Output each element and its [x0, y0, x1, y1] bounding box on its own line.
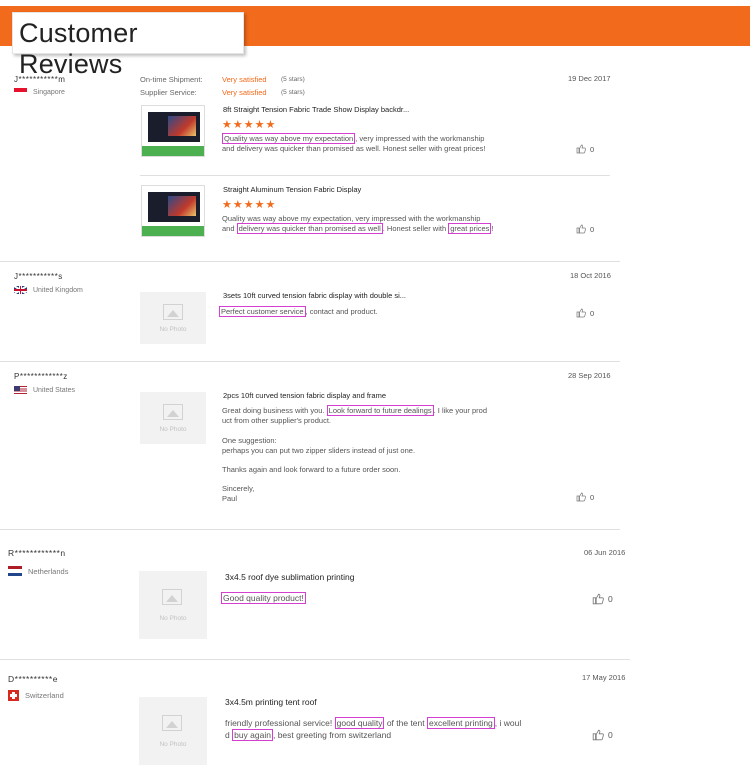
thumbs-up-icon	[592, 593, 604, 605]
like-count: 0	[608, 730, 613, 740]
no-photo-placeholder: No Photo	[139, 571, 207, 639]
review-date: 06 Jun 2016	[584, 548, 626, 557]
thumbs-up-icon	[576, 144, 586, 154]
country-label: Switzerland	[25, 691, 64, 700]
uk-flag-icon	[14, 286, 27, 294]
highlight: Look forward to future dealings	[326, 405, 434, 416]
highlight: Good quality product!	[221, 592, 306, 604]
highlight: great prices	[448, 223, 492, 234]
like-button[interactable]: 0	[576, 492, 594, 502]
image-placeholder-icon	[162, 715, 182, 731]
image-placeholder-icon	[162, 589, 182, 605]
reviewer-name: J***********m	[14, 75, 66, 84]
review-text: Quality was way above my expectation, ve…	[222, 133, 486, 153]
product-title[interactable]: 3x4.5m printing tent roof	[225, 697, 317, 707]
country-label: United Kingdom	[33, 286, 83, 294]
reviewer-name: R************n	[8, 548, 66, 558]
rating-stars: ★★★★★	[222, 119, 277, 131]
reviewer-country: Singapore	[14, 88, 65, 96]
highlight: excellent printing	[426, 717, 495, 729]
review-text: friendly professional service! good qual…	[225, 717, 522, 741]
thumbs-up-icon	[592, 729, 604, 741]
country-label: United States	[33, 386, 76, 394]
product-thumbnail[interactable]	[141, 105, 205, 157]
product-title[interactable]: 8ft Straight Tension Fabric Trade Show D…	[223, 105, 409, 114]
thumbs-up-icon	[576, 308, 586, 318]
product-thumbnail[interactable]	[141, 185, 205, 237]
like-button[interactable]: 0	[576, 224, 594, 234]
highlight: delivery was quicker than promised as we…	[236, 223, 383, 234]
us-flag-icon	[14, 386, 27, 394]
product-title[interactable]: Straight Aluminum Tension Fabric Display	[223, 185, 361, 194]
review-divider	[0, 659, 630, 660]
review-text: Good quality product!	[221, 592, 561, 604]
supplier-rating: Very satisfied	[222, 88, 267, 97]
reviewer-country: United States	[14, 386, 75, 394]
reviewer-country: United Kingdom	[14, 286, 83, 294]
reviewer-country: Switzerland	[8, 690, 64, 701]
review-text: Great doing business with you. Look forw…	[222, 405, 487, 503]
reviewer-country: Netherlands	[8, 566, 68, 576]
reviewer-name: D**********e	[8, 674, 58, 684]
review-text: Perfect customer service, contact and pr…	[219, 306, 378, 317]
shipment-rating: Very satisfied	[222, 75, 267, 84]
product-title[interactable]: 3sets 10ft curved tension fabric display…	[223, 291, 406, 300]
supplier-stars: (5 stars)	[281, 89, 305, 96]
review-text: Quality was way above my expectation, ve…	[222, 214, 494, 234]
review-date: 19 Dec 2017	[568, 74, 611, 83]
product-title[interactable]: 2pcs 10ft curved tension fabric display …	[223, 391, 386, 400]
highlight: Quality was way above my expectation	[222, 133, 356, 144]
supplier-label: Supplier Service:	[140, 88, 197, 97]
like-count: 0	[590, 144, 595, 154]
country-label: Singapore	[33, 88, 65, 96]
like-button[interactable]: 0	[576, 308, 594, 318]
singapore-flag-icon	[14, 88, 27, 96]
review-date: 28 Sep 2016	[568, 371, 611, 380]
like-button[interactable]: 0	[592, 593, 613, 605]
item-divider	[140, 175, 610, 176]
like-button[interactable]: 0	[592, 729, 613, 741]
like-button[interactable]: 0	[576, 144, 594, 154]
thumbs-up-icon	[576, 492, 586, 502]
reviewer-name: J***********s	[14, 272, 63, 281]
like-count: 0	[590, 224, 595, 234]
review-divider	[0, 529, 620, 530]
highlight: buy again	[232, 729, 273, 741]
no-photo-placeholder: No Photo	[140, 392, 206, 444]
review-divider	[0, 361, 620, 362]
page-title: Customer Reviews	[12, 12, 244, 79]
image-placeholder-icon	[163, 304, 183, 320]
like-count: 0	[590, 492, 595, 502]
shipment-stars: (5 stars)	[281, 76, 305, 83]
image-placeholder-icon	[163, 404, 183, 420]
switzerland-flag-icon	[8, 690, 19, 701]
like-count: 0	[608, 594, 613, 604]
thumbs-up-icon	[576, 224, 586, 234]
highlight: good quality	[334, 717, 385, 729]
like-count: 0	[590, 308, 595, 318]
no-photo-placeholder: No Photo	[140, 292, 206, 344]
shipment-label: On-time Shipment:	[140, 75, 203, 84]
netherlands-flag-icon	[8, 566, 22, 576]
review-divider	[0, 261, 620, 262]
product-title[interactable]: 3x4.5 roof dye sublimation printing	[225, 572, 354, 582]
country-label: Netherlands	[28, 566, 69, 576]
review-date: 18 Oct 2016	[570, 271, 611, 280]
highlight: Perfect customer service	[219, 306, 306, 317]
reviewer-name: P************z	[14, 372, 68, 381]
review-date: 17 May 2016	[582, 673, 626, 682]
rating-stars: ★★★★★	[222, 199, 277, 211]
no-photo-placeholder: No Photo	[139, 697, 207, 765]
